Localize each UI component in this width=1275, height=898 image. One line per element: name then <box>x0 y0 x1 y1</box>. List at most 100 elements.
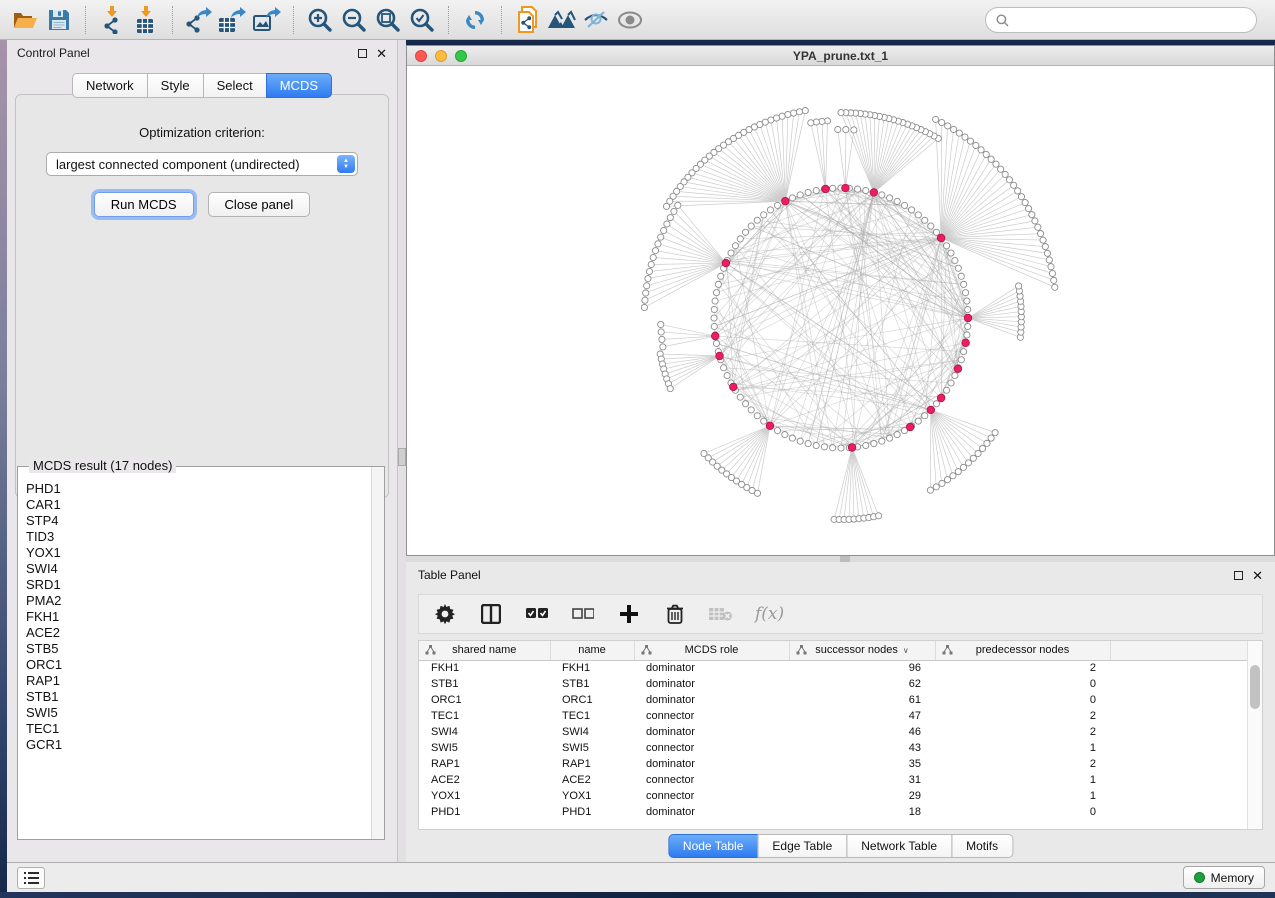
table-cell[interactable]: dominator <box>634 804 789 820</box>
table-cell[interactable]: 43 <box>789 740 935 756</box>
close-table-panel-icon[interactable]: ✕ <box>1252 571 1263 580</box>
table-cell[interactable]: TEC1 <box>419 708 550 724</box>
table-cell[interactable]: TEC1 <box>550 708 634 724</box>
mcds-result-item[interactable]: SRD1 <box>26 577 371 593</box>
zoom-in-button[interactable] <box>303 4 337 36</box>
table-cell[interactable]: SWI4 <box>419 724 550 740</box>
table-cell[interactable]: 2 <box>935 724 1110 740</box>
new-network-from-selection-button[interactable] <box>511 4 545 36</box>
window-minimize-button[interactable] <box>435 50 447 62</box>
tab-motifs[interactable]: Motifs <box>951 834 1013 858</box>
table-cell[interactable]: 2 <box>935 756 1110 772</box>
mcds-result-item[interactable]: TID3 <box>26 529 371 545</box>
tab-edge-table[interactable]: Edge Table <box>757 834 847 858</box>
table-cell[interactable]: dominator <box>634 660 789 676</box>
table-cell[interactable]: RAP1 <box>550 756 634 772</box>
table-cell[interactable]: 35 <box>789 756 935 772</box>
table-cell[interactable]: dominator <box>634 676 789 692</box>
table-cell[interactable]: YOX1 <box>419 788 550 804</box>
mcds-result-item[interactable]: PMA2 <box>26 593 371 609</box>
mcds-result-item[interactable]: SWI5 <box>26 705 371 721</box>
table-cell[interactable]: 0 <box>935 804 1110 820</box>
mcds-result-item[interactable]: GCR1 <box>26 737 371 753</box>
table-cell[interactable]: ACE2 <box>550 772 634 788</box>
table-scrollbar-thumb[interactable] <box>1250 665 1260 709</box>
export-network-button[interactable] <box>182 4 216 36</box>
table-cell[interactable]: SWI5 <box>550 740 634 756</box>
delete-column-icon[interactable] <box>663 602 687 626</box>
table-cell[interactable]: dominator <box>634 756 789 772</box>
table-cell[interactable]: 1 <box>935 740 1110 756</box>
table-cell[interactable]: connector <box>634 740 789 756</box>
hide-selected-button[interactable] <box>579 4 613 36</box>
table-cell[interactable]: ACE2 <box>419 772 550 788</box>
table-cell[interactable]: RAP1 <box>419 756 550 772</box>
table-row[interactable]: ACE2ACE2connector311 <box>419 772 1259 788</box>
table-cell[interactable]: SWI4 <box>550 724 634 740</box>
export-image-button[interactable] <box>250 4 284 36</box>
table-cell[interactable]: ORC1 <box>550 692 634 708</box>
table-cell[interactable]: ORC1 <box>419 692 550 708</box>
add-column-icon[interactable] <box>617 602 641 626</box>
mcds-result-item[interactable]: STP4 <box>26 513 371 529</box>
table-cell[interactable]: SWI5 <box>419 740 550 756</box>
tab-node-table[interactable]: Node Table <box>668 834 759 858</box>
mcds-result-item[interactable]: CAR1 <box>26 497 371 513</box>
zoom-fit-button[interactable] <box>371 4 405 36</box>
memory-button[interactable]: Memory <box>1183 866 1265 889</box>
float-panel-icon[interactable] <box>358 49 367 58</box>
column-header-successor-nodes[interactable]: successor nodes∨ <box>789 641 935 660</box>
table-cell[interactable]: dominator <box>634 692 789 708</box>
table-row[interactable]: ORC1ORC1dominator610 <box>419 692 1259 708</box>
table-cell[interactable]: YOX1 <box>550 788 634 804</box>
table-cell[interactable]: connector <box>634 772 789 788</box>
mcds-result-item[interactable]: ORC1 <box>26 657 371 673</box>
table-cell[interactable]: FKH1 <box>550 660 634 676</box>
network-canvas[interactable] <box>407 66 1274 555</box>
window-close-button[interactable] <box>415 50 427 62</box>
columns-icon[interactable] <box>479 602 503 626</box>
mcds-result-item[interactable]: SWI4 <box>26 561 371 577</box>
table-cell[interactable]: STB1 <box>550 676 634 692</box>
mcds-result-item[interactable]: PHD1 <box>26 481 371 497</box>
table-row[interactable]: STB1STB1dominator620 <box>419 676 1259 692</box>
table-cell[interactable]: 46 <box>789 724 935 740</box>
close-panel-icon[interactable]: ✕ <box>376 49 387 58</box>
column-header-name[interactable]: name <box>550 641 634 660</box>
import-network-button[interactable] <box>95 4 129 36</box>
table-row[interactable]: YOX1YOX1connector291 <box>419 788 1259 804</box>
table-cell[interactable]: 0 <box>935 692 1110 708</box>
table-cell[interactable]: 96 <box>789 660 935 676</box>
table-cell[interactable]: connector <box>634 788 789 804</box>
table-cell[interactable]: dominator <box>634 724 789 740</box>
mcds-result-scrollbar[interactable] <box>371 467 384 839</box>
task-history-button[interactable] <box>17 867 45 889</box>
vertical-splitter[interactable] <box>398 40 406 862</box>
column-header-shared-name[interactable]: shared name <box>419 641 550 660</box>
gear-icon[interactable] <box>433 602 457 626</box>
zoom-selected-button[interactable] <box>405 4 439 36</box>
search-input[interactable] <box>1015 13 1246 27</box>
mcds-result-item[interactable]: ACE2 <box>26 625 371 641</box>
mcds-result-item[interactable]: RAP1 <box>26 673 371 689</box>
table-row[interactable]: TEC1TEC1connector472 <box>419 708 1259 724</box>
tab-mcds[interactable]: MCDS <box>266 73 332 98</box>
vertical-splitter-handle[interactable] <box>398 448 406 466</box>
select-first-neighbors-button[interactable] <box>545 4 579 36</box>
save-session-button[interactable] <box>42 4 76 36</box>
select-all-icon[interactable] <box>525 602 549 626</box>
table-cell[interactable]: PHD1 <box>550 804 634 820</box>
table-cell[interactable]: 47 <box>789 708 935 724</box>
column-header-predecessor-nodes[interactable]: predecessor nodes <box>935 641 1110 660</box>
mcds-result-item[interactable]: TEC1 <box>26 721 371 737</box>
table-row[interactable]: RAP1RAP1dominator352 <box>419 756 1259 772</box>
import-table-button[interactable] <box>129 4 163 36</box>
column-header-MCDS-role[interactable]: MCDS role <box>634 641 789 660</box>
show-all-button[interactable] <box>613 4 647 36</box>
table-cell[interactable]: FKH1 <box>419 660 550 676</box>
table-scrollbar[interactable] <box>1247 641 1262 829</box>
tab-network[interactable]: Network <box>72 73 148 98</box>
table-cell[interactable]: 62 <box>789 676 935 692</box>
deselect-all-icon[interactable] <box>571 602 595 626</box>
tab-network-table[interactable]: Network Table <box>846 834 952 858</box>
